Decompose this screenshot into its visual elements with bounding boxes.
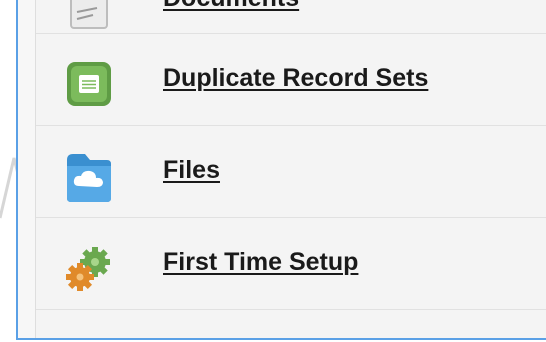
left-gutter — [0, 0, 16, 342]
page: Documents Duplicate Record Sets — [0, 0, 546, 342]
panel-highlight-border — [16, 0, 546, 340]
